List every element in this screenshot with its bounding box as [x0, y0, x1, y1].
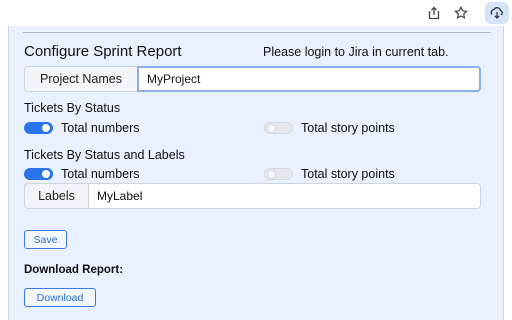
- tickets-by-status-labels-heading: Tickets By Status and Labels: [24, 148, 185, 162]
- star-icon[interactable]: [451, 3, 471, 23]
- download-button[interactable]: Download: [24, 288, 96, 307]
- labels-total-numbers-label: Total numbers: [61, 167, 140, 181]
- login-message: Please login to Jira in current tab.: [263, 45, 449, 59]
- status-total-numbers-toggle-row[interactable]: Total numbers: [24, 121, 140, 135]
- project-names-input[interactable]: MyProject: [137, 66, 481, 92]
- labels-label: Labels: [24, 183, 88, 209]
- labels-story-points-toggle[interactable]: [264, 168, 293, 180]
- labels-total-numbers-toggle-row[interactable]: Total numbers: [24, 167, 140, 181]
- status-total-numbers-toggle[interactable]: [24, 122, 53, 134]
- share-icon[interactable]: [424, 3, 444, 23]
- page-title: Configure Sprint Report: [24, 43, 182, 60]
- labels-input[interactable]: MyLabel: [88, 183, 481, 209]
- save-button[interactable]: Save: [24, 230, 67, 249]
- project-names-label: Project Names: [24, 66, 137, 92]
- tickets-by-status-heading: Tickets By Status: [24, 101, 121, 115]
- labels-story-points-label: Total story points: [301, 167, 395, 181]
- sprint-report-popup: Configure Sprint Report Please login to …: [8, 26, 504, 320]
- download-report-heading: Download Report:: [24, 264, 124, 276]
- labels-total-numbers-toggle[interactable]: [24, 168, 53, 180]
- status-story-points-toggle[interactable]: [264, 122, 293, 134]
- status-story-points-toggle-row[interactable]: Total story points: [264, 121, 395, 135]
- status-story-points-label: Total story points: [301, 121, 395, 135]
- project-names-field: Project Names MyProject: [24, 66, 481, 92]
- browser-toolbar: [0, 0, 512, 26]
- status-total-numbers-label: Total numbers: [61, 121, 140, 135]
- divider: [23, 32, 491, 33]
- labels-story-points-toggle-row[interactable]: Total story points: [264, 167, 395, 181]
- labels-field: Labels MyLabel: [24, 183, 481, 209]
- extension-icon[interactable]: [485, 2, 509, 24]
